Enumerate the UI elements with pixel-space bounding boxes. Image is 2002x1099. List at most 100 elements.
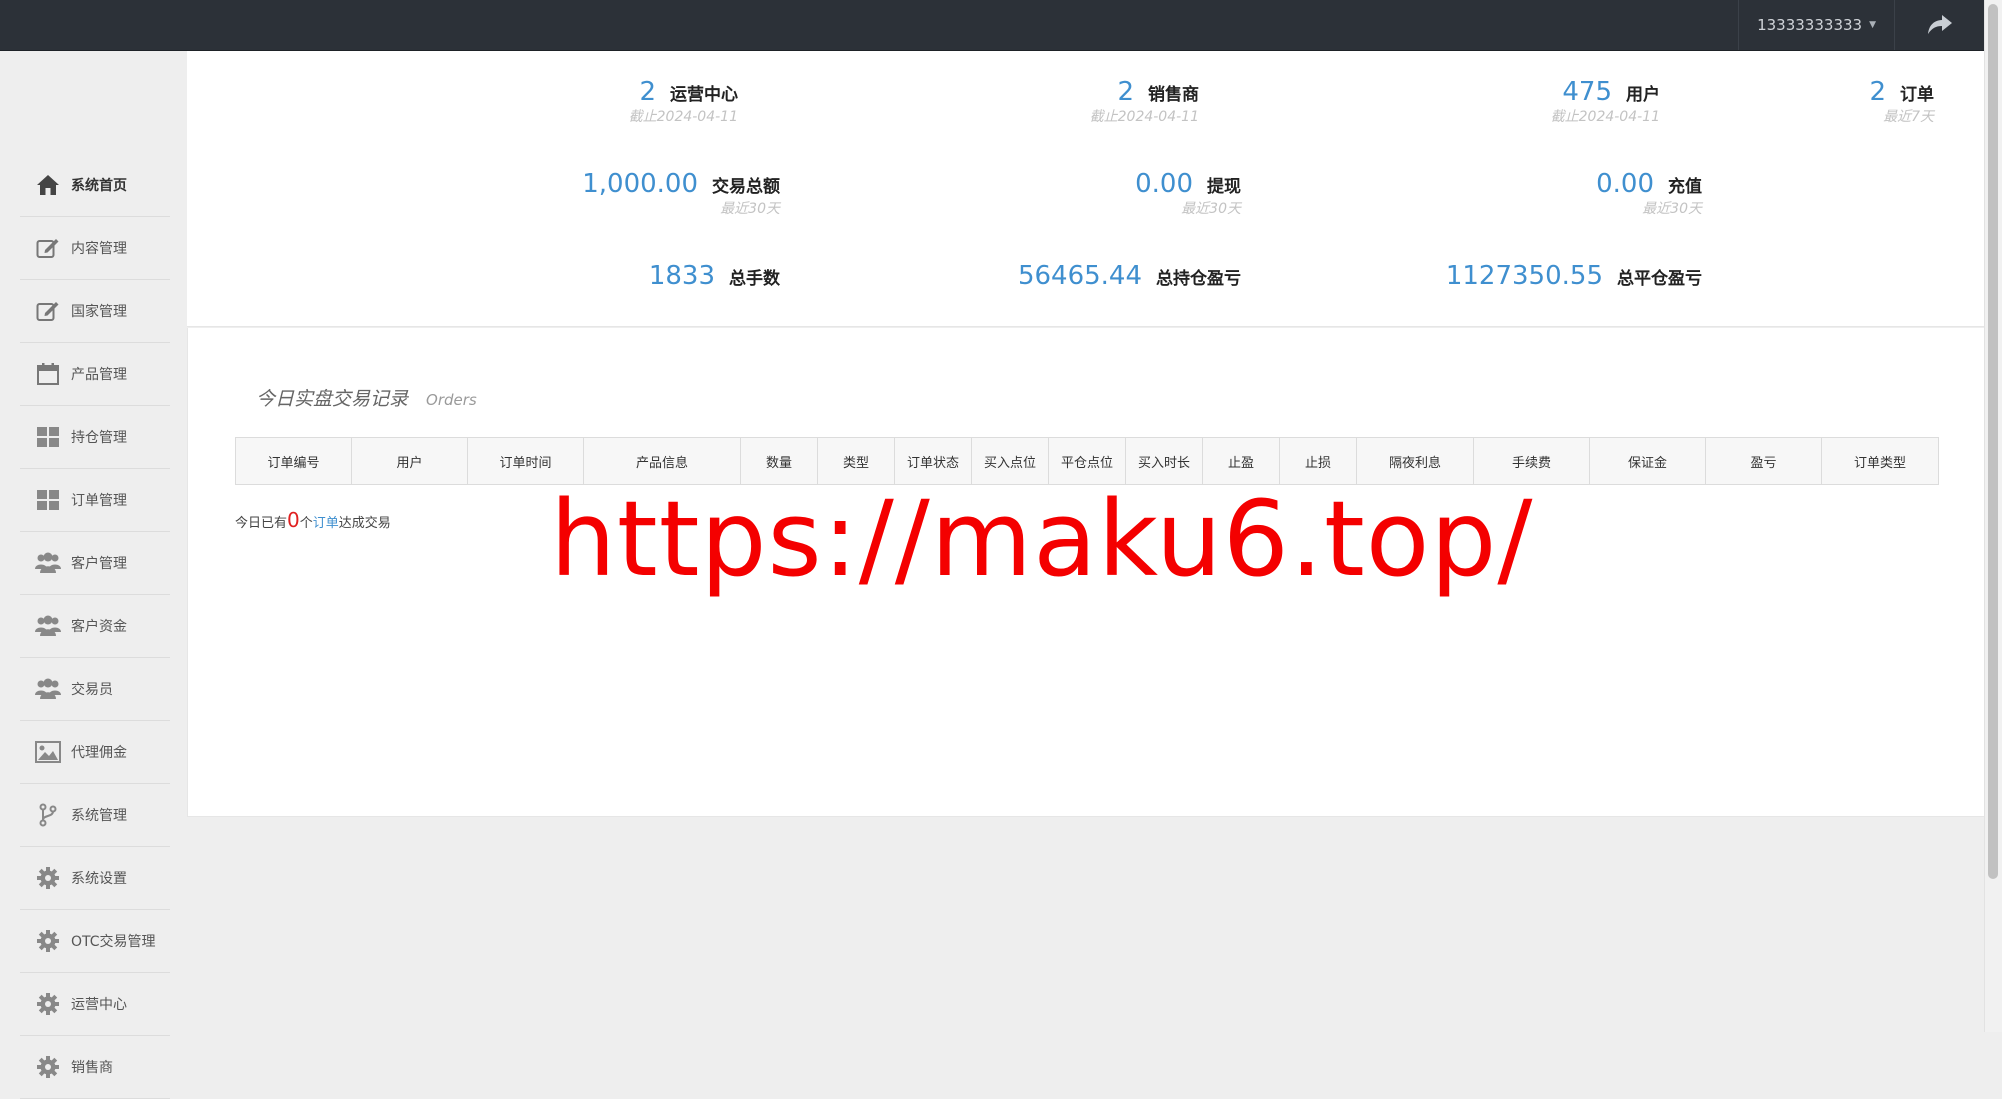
scrollbar-thumb[interactable] <box>1988 4 1998 879</box>
caret-down-icon: ▼ <box>1869 20 1876 30</box>
sidebar-item-agent-commission[interactable]: 代理佣金 <box>20 721 170 784</box>
sidebar-item-otc[interactable]: OTC交易管理 <box>20 910 170 973</box>
stat-value: 1127350.55 <box>1445 261 1603 291</box>
stat-label: 运营中心 <box>670 85 738 105</box>
stat-total-trade: 1,000.00 交易总额 最近30天 <box>582 169 780 218</box>
stat-recharge: 0.00 充值 最近30天 <box>1596 169 1702 218</box>
edit-icon <box>35 235 61 261</box>
stat-value: 0.00 <box>1135 169 1193 199</box>
users-icon <box>35 613 61 639</box>
sidebar-item-orders[interactable]: 订单管理 <box>20 469 170 532</box>
sidebar-item-label: 内容管理 <box>71 241 127 257</box>
stat-label: 用户 <box>1626 85 1660 105</box>
sidebar-item-system-settings[interactable]: 系统设置 <box>20 847 170 910</box>
sidebar-item-label: 持仓管理 <box>71 430 127 446</box>
stat-value: 475 <box>1562 77 1612 107</box>
column-header[interactable]: 盈亏 <box>1705 437 1822 485</box>
home-icon <box>35 172 61 198</box>
column-header[interactable]: 用户 <box>351 437 468 485</box>
today-prefix: 今日已有 <box>235 516 288 531</box>
sidebar-item-label: 系统设置 <box>71 871 127 887</box>
sidebar-item-label: 系统管理 <box>71 808 127 824</box>
stats-panel: 2 运营中心 截止2024-04-11 2 销售商 截止2024-04-11 475… <box>187 51 1985 327</box>
sidebar-item-label: 产品管理 <box>71 367 127 383</box>
grid-icon <box>35 487 61 513</box>
stat-value: 2 <box>1869 77 1886 107</box>
branch-icon <box>35 802 61 828</box>
stat-subtext: 截止2024-04-11 <box>1550 109 1660 125</box>
stat-label: 总持仓盈亏 <box>1156 269 1241 289</box>
edit-icon <box>35 298 61 324</box>
image-icon <box>35 739 61 765</box>
stat-subtext: 最近30天 <box>1642 201 1702 217</box>
logout-button[interactable] <box>1913 0 1967 50</box>
stat-users: 475 用户 截止2024-04-11 <box>1551 77 1660 126</box>
page-scrollbar[interactable] <box>1984 0 2002 1032</box>
orders-title-text: 今日实盘交易记录 <box>256 388 409 410</box>
gear-icon <box>35 1054 61 1080</box>
grid-icon <box>35 424 61 450</box>
sidebar-item-country[interactable]: 国家管理 <box>20 280 170 343</box>
stat-label: 充值 <box>1668 177 1702 197</box>
sidebar-item-label: 交易员 <box>71 682 113 698</box>
stat-subtext: 最近7天 <box>1883 109 1934 125</box>
today-suffix: 达成交易 <box>338 516 391 531</box>
sidebar-item-sellers[interactable]: 销售商 <box>20 1036 170 1099</box>
sidebar: 系统首页 内容管理 国家管理 产品管理 持仓管理 订单管理 客户管理 客户资金 … <box>0 51 185 1099</box>
stat-value: 56465.44 <box>1017 261 1142 291</box>
sidebar-item-product[interactable]: 产品管理 <box>20 343 170 406</box>
stat-value: 2 <box>1117 77 1134 107</box>
sidebar-item-customer-funds[interactable]: 客户资金 <box>20 595 170 658</box>
sidebar-item-traders[interactable]: 交易员 <box>20 658 170 721</box>
stat-value: 0.00 <box>1596 169 1654 199</box>
gear-icon <box>35 928 61 954</box>
sidebar-item-operation-center[interactable]: 运营中心 <box>20 973 170 1036</box>
share-arrow-icon <box>1928 15 1952 34</box>
sidebar-item-customers[interactable]: 客户管理 <box>20 532 170 595</box>
sidebar-item-positions[interactable]: 持仓管理 <box>20 406 170 469</box>
top-navbar: 13333333333 ▼ <box>0 0 1985 51</box>
stat-value: 1833 <box>648 261 715 291</box>
sidebar-item-home[interactable]: 系统首页 <box>20 154 170 217</box>
today-mid: 个 <box>299 516 313 531</box>
stat-operation-center: 2 运营中心 截止2024-04-11 <box>629 77 738 126</box>
sidebar-item-system-management[interactable]: 系统管理 <box>20 784 170 847</box>
orders-subtitle: Orders <box>426 391 477 409</box>
sidebar-item-label: 客户管理 <box>71 556 127 572</box>
stat-label: 订单 <box>1900 85 1934 105</box>
user-menu-dropdown[interactable]: 13333333333 ▼ <box>1738 0 1895 50</box>
sidebar-item-label: 系统首页 <box>71 178 127 194</box>
stat-value: 1,000.00 <box>582 169 698 199</box>
stat-holding-pl: 56465.44 总持仓盈亏 <box>1018 261 1241 291</box>
stat-closed-pl: 1127350.55 总平仓盈亏 <box>1446 261 1702 291</box>
sidebar-item-label: OTC交易管理 <box>71 934 156 950</box>
column-header[interactable]: 保证金 <box>1589 437 1706 485</box>
sidebar-item-label: 国家管理 <box>71 304 127 320</box>
stat-label: 总手数 <box>729 269 780 289</box>
stat-total-lots: 1833 总手数 <box>649 261 780 291</box>
username: 13333333333 <box>1757 16 1863 34</box>
orders-title: 今日实盘交易记录 Orders <box>256 384 477 411</box>
sidebar-item-label: 客户资金 <box>71 619 127 635</box>
calendar-icon <box>35 361 61 387</box>
users-icon <box>35 676 61 702</box>
stat-sellers: 2 销售商 截止2024-04-11 <box>1090 77 1199 126</box>
stat-label: 提现 <box>1207 177 1241 197</box>
stat-orders: 2 订单 最近7天 <box>1869 77 1934 126</box>
today-summary: 今日已有0个订单达成交易 <box>235 508 391 532</box>
today-order-count: 0 <box>287 508 300 532</box>
stat-subtext: 截止2024-04-11 <box>628 109 738 125</box>
stat-subtext: 最近30天 <box>1181 201 1241 217</box>
stat-value: 2 <box>639 77 656 107</box>
sidebar-item-label: 订单管理 <box>71 493 127 509</box>
sidebar-item-label: 代理佣金 <box>71 745 127 761</box>
sidebar-item-label: 运营中心 <box>71 997 127 1013</box>
orders-link[interactable]: 订单 <box>313 516 339 531</box>
column-header[interactable]: 订单编号 <box>235 437 352 485</box>
stat-label: 总平仓盈亏 <box>1617 269 1702 289</box>
sidebar-item-content[interactable]: 内容管理 <box>20 217 170 280</box>
column-header[interactable]: 订单类型 <box>1821 437 1939 485</box>
sidebar-item-label: 销售商 <box>71 1060 113 1076</box>
users-icon <box>35 550 61 576</box>
stat-label: 交易总额 <box>712 177 780 197</box>
